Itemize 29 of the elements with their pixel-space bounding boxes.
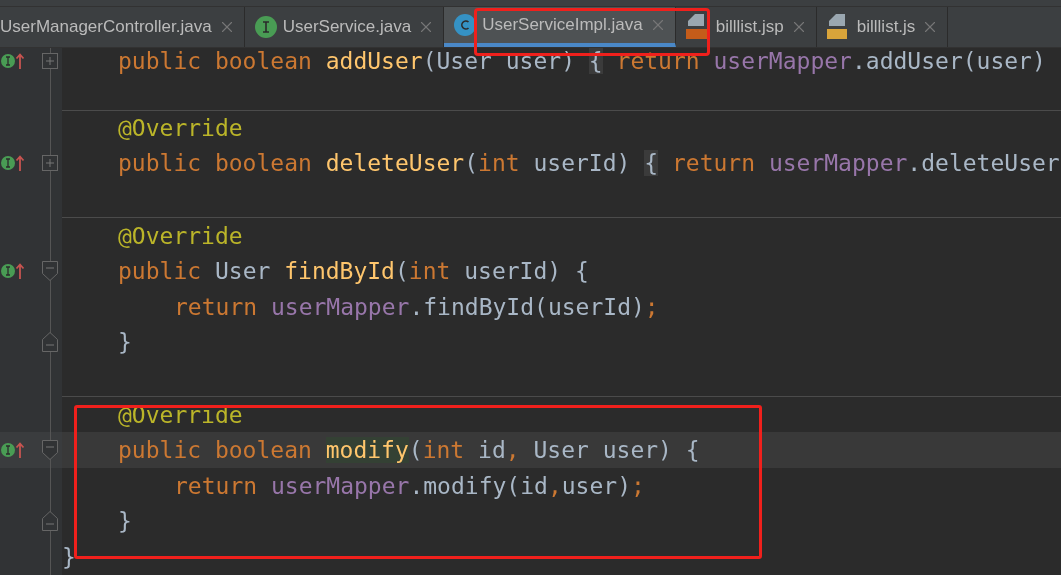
implements-icon[interactable] bbox=[1, 261, 25, 280]
class-icon bbox=[454, 14, 477, 36]
interface-icon bbox=[254, 16, 277, 38]
code-line: } bbox=[118, 329, 132, 356]
editor-tab[interactable]: billlist.js bbox=[816, 7, 949, 47]
code-line: } bbox=[118, 508, 132, 535]
collapse-icon[interactable] bbox=[42, 439, 58, 460]
code-line: public boolean deleteUser(int userId) { return userMapper.deleteUser bbox=[118, 150, 1060, 177]
code-line: return userMapper.modify(id,user); bbox=[174, 472, 645, 499]
code-line: @Override bbox=[118, 401, 243, 428]
code-line: } bbox=[62, 544, 76, 571]
code-line: return userMapper.findById(userId); bbox=[174, 293, 659, 320]
code-line: public User findById(int userId) { bbox=[118, 257, 589, 284]
file-icon bbox=[685, 14, 710, 40]
expand-icon[interactable] bbox=[42, 155, 58, 172]
editor-tab[interactable]: UserServiceImpl.java bbox=[444, 7, 676, 47]
editor-tab[interactable]: UserManagerController.java bbox=[0, 7, 245, 47]
collapse-icon[interactable] bbox=[42, 511, 58, 532]
collapse-icon[interactable] bbox=[42, 332, 58, 353]
code-line: public boolean modify(int id, User user) { bbox=[118, 436, 700, 463]
expand-icon[interactable] bbox=[42, 53, 58, 69]
implements-icon[interactable] bbox=[1, 440, 25, 459]
editor-tab[interactable]: billlist.jsp bbox=[675, 7, 817, 47]
code-line: @Override bbox=[118, 115, 243, 142]
code-line: @Override bbox=[118, 222, 243, 249]
implements-icon[interactable] bbox=[1, 154, 25, 173]
collapse-icon[interactable] bbox=[42, 260, 58, 281]
editor-tab[interactable]: UserService.java bbox=[244, 7, 445, 47]
implements-icon[interactable] bbox=[1, 52, 25, 70]
